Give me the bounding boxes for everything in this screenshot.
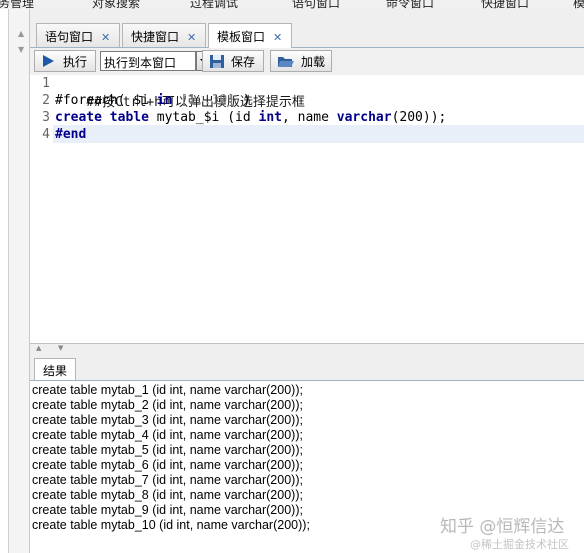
tab-template-window[interactable]: 模板窗口 ✕ <box>208 23 292 48</box>
template-code-editor[interactable]: 1 2 3 4 ##按Ctrl+h可以弹出模版选择提示框 #foreach( $… <box>30 75 584 344</box>
code-text: , name <box>281 110 337 125</box>
tab-label: 语句窗口 <box>45 30 94 44</box>
line-number: 2 <box>42 93 50 108</box>
tab-label: 模板窗口 <box>217 30 266 44</box>
code-line-4: #end <box>55 127 86 142</box>
tab-label: 快捷窗口 <box>131 30 180 44</box>
result-line: create table mytab_5 (id int, name varch… <box>32 443 303 457</box>
code-text: mytab_$i (id <box>148 110 259 125</box>
code-text: ) <box>235 93 251 108</box>
code-text: #foreach( $i <box>55 93 157 108</box>
code-text: (200)); <box>391 110 447 125</box>
collapse-up-icon[interactable]: ▲ <box>18 29 24 38</box>
save-button[interactable]: 保存 <box>202 50 264 72</box>
line-number: 3 <box>42 110 50 125</box>
result-line: create table mytab_1 (id int, name varch… <box>32 383 303 397</box>
line-number-gutter: 1 2 3 4 <box>30 75 53 343</box>
load-label: 加载 <box>300 54 325 69</box>
tab-results[interactable]: 结果 <box>34 358 77 380</box>
tab-quick-window[interactable]: 快捷窗口 ✕ <box>122 23 206 47</box>
open-folder-icon <box>277 56 294 67</box>
keyword: varchar <box>336 110 392 125</box>
collapse-up-icon[interactable]: ▲ <box>36 344 41 352</box>
menu-item[interactable]: 模 <box>573 0 584 9</box>
result-line: create table mytab_8 (id int, name varch… <box>32 488 303 502</box>
execute-label: 执行 <box>63 54 88 69</box>
result-line: create table mytab_2 (id int, name varch… <box>32 398 303 412</box>
result-line: create table mytab_10 (id int, name varc… <box>32 518 310 532</box>
left-scroll-column[interactable] <box>0 9 9 553</box>
result-line: create table mytab_9 (id int, name varch… <box>32 503 303 517</box>
watermark-sub: @稀土掘金技术社区 <box>470 538 569 551</box>
result-line: create table mytab_4 (id int, name varch… <box>32 428 303 442</box>
close-icon[interactable]: ✕ <box>273 31 282 44</box>
execute-target-select[interactable]: 执行到本窗口 <box>100 51 196 71</box>
floppy-disk-icon <box>210 54 224 68</box>
code-line-3: create table mytab_$i (id int, name varc… <box>55 110 446 125</box>
results-tab-bar: 结果 <box>30 355 584 381</box>
current-line-highlight <box>53 125 584 143</box>
execute-button[interactable]: 执行 <box>34 50 96 72</box>
menu-item[interactable]: 对象搜索 <box>92 0 140 9</box>
menu-item[interactable]: 语句窗口 <box>292 0 340 9</box>
keyword: int <box>258 110 282 125</box>
menu-item[interactable]: 命令窗口 <box>386 0 434 9</box>
close-icon[interactable]: ✕ <box>101 31 110 44</box>
range-text: [1..10] <box>180 93 236 108</box>
menu-item[interactable]: 过程调试 <box>190 0 238 9</box>
collapse-down-icon[interactable]: ▼ <box>18 45 24 54</box>
save-label: 保存 <box>231 54 256 69</box>
collapse-down-icon[interactable]: ▼ <box>58 344 63 352</box>
keyword: create table <box>55 110 149 125</box>
toolbar: 执行 执行到本窗口 保存 加载 <box>30 48 584 76</box>
left-side-panel: ▲ ▼ <box>0 9 30 553</box>
result-line: create table mytab_3 (id int, name varch… <box>32 413 303 427</box>
editor-tab-bar: 语句窗口 ✕ 快捷窗口 ✕ 模板窗口 ✕ <box>30 9 584 48</box>
menu-item[interactable]: 快捷窗口 <box>481 0 529 9</box>
line-number: 1 <box>42 76 50 91</box>
close-icon[interactable]: ✕ <box>187 31 196 44</box>
code-line-2: #foreach( $i in [1..10] ) <box>55 93 251 108</box>
watermark: 知乎 @恒辉信达 <box>440 517 565 537</box>
top-menu-bar: 务管理 对象搜索 过程调试 语句窗口 命令窗口 快捷窗口 模 <box>0 0 584 9</box>
keyword: in <box>156 93 173 108</box>
line-number: 4 <box>42 127 50 142</box>
tab-statement-window[interactable]: 语句窗口 ✕ <box>36 23 120 47</box>
menu-item[interactable]: 务管理 <box>0 0 34 9</box>
keyword: #end <box>55 127 87 142</box>
result-line: create table mytab_6 (id int, name varch… <box>32 458 303 472</box>
play-icon <box>43 55 54 67</box>
result-line: create table mytab_7 (id int, name varch… <box>32 473 303 487</box>
load-button[interactable]: 加载 <box>270 50 332 72</box>
